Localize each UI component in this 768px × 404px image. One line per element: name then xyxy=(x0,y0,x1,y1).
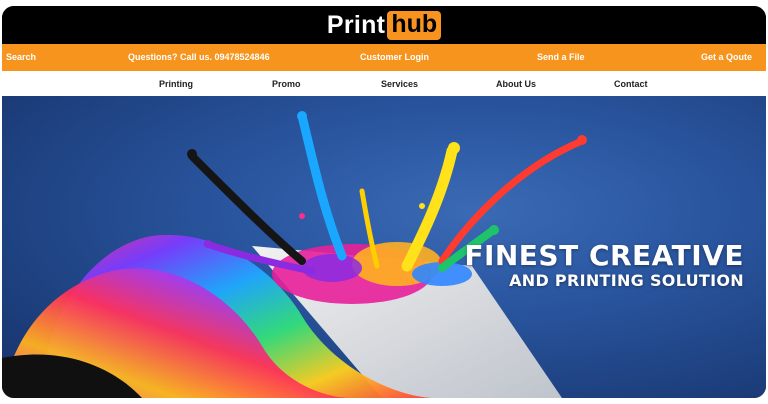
call-us-link[interactable]: Questions? Call us. 09478524846 xyxy=(128,52,270,62)
stream-cyan xyxy=(297,111,347,261)
send-file-link[interactable]: Send a File xyxy=(537,52,585,62)
droplet-green xyxy=(489,225,499,235)
utility-nav-bar: Search Questions? Call us. 09478524846 C… xyxy=(2,44,766,71)
nav-services[interactable]: Services xyxy=(381,79,418,89)
search-link[interactable]: Search xyxy=(6,52,36,62)
printhub-logo[interactable]: Print hub xyxy=(326,10,442,40)
nav-about-us[interactable]: About Us xyxy=(496,79,536,89)
droplet-violet xyxy=(204,240,212,248)
droplet-small-yellow xyxy=(419,203,425,209)
logo-print-text: Print xyxy=(326,10,386,39)
logo-hub-text: hub xyxy=(387,10,442,40)
hero-title-line1: FINEST CREATIVE xyxy=(464,239,744,272)
page-frame: Print hub Search Questions? Call us. 094… xyxy=(2,6,766,398)
logo-bar: Print hub xyxy=(2,6,766,44)
stream-yellow xyxy=(401,145,458,272)
droplet-red xyxy=(577,135,587,145)
hero-headline: FINEST CREATIVE AND PRINTING SOLUTION xyxy=(464,241,744,291)
droplet-cyan xyxy=(297,111,307,121)
customer-login-link[interactable]: Customer Login xyxy=(360,52,429,62)
droplet-black xyxy=(187,149,197,159)
droplet-pink xyxy=(299,213,305,219)
main-nav: Printing Promo Services About Us Contact xyxy=(2,71,766,96)
hero-banner: FINEST CREATIVE AND PRINTING SOLUTION xyxy=(2,96,766,398)
nav-printing[interactable]: Printing xyxy=(159,79,193,89)
nav-contact[interactable]: Contact xyxy=(614,79,648,89)
droplet-yellow xyxy=(448,142,460,154)
get-quote-link[interactable]: Get a Qoute xyxy=(701,52,752,62)
hero-title-line2: AND PRINTING SOLUTION xyxy=(509,271,744,290)
nav-promo[interactable]: Promo xyxy=(272,79,301,89)
